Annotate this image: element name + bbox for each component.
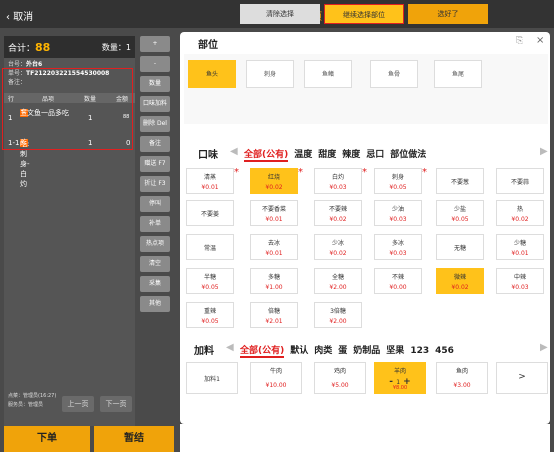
taste-option[interactable]: 半糖 ¥0.05 xyxy=(186,268,234,294)
clear-button[interactable]: 清空 xyxy=(140,256,170,272)
decrease-button[interactable]: - xyxy=(140,56,170,72)
required-star-icon: * xyxy=(362,167,367,178)
taste-option[interactable]: 刺身 ¥0.05 * xyxy=(374,167,427,194)
tab-egg[interactable]: 蛋 xyxy=(338,346,347,356)
taste-option[interactable]: 少盐 ¥0.05 xyxy=(436,200,484,226)
addon-more-button[interactable]: > xyxy=(496,362,548,394)
increase-button[interactable]: + xyxy=(140,36,170,52)
taste-option[interactable]: 不要辣 ¥0.02 xyxy=(314,200,362,226)
part-option[interactable]: 鱼头 xyxy=(188,60,236,88)
other-button[interactable]: 其他 xyxy=(140,296,170,312)
delete-button[interactable]: 删除 Del xyxy=(140,116,170,132)
gift-button[interactable]: 赠送 F7 xyxy=(140,156,170,172)
hold-button[interactable]: 停叫 xyxy=(140,196,170,212)
tab-123[interactable]: 123 xyxy=(410,346,429,356)
clear-selection-button[interactable]: 清除选择 xyxy=(240,4,320,24)
close-icon[interactable]: × xyxy=(536,35,544,46)
taste-option[interactable]: 少油 ¥0.03 xyxy=(374,200,422,226)
settle-button[interactable]: 暂结 xyxy=(94,426,174,452)
tab-avoid[interactable]: 忌口 xyxy=(366,150,384,160)
addon-option[interactable]: 牛肉 ¥10.00 xyxy=(250,362,302,394)
pin-icon[interactable]: ⎘ xyxy=(516,36,523,46)
addon-option[interactable]: 羊肉 - 1 + ¥8.00 xyxy=(374,362,426,394)
discount-button[interactable]: 折让 F3 xyxy=(140,176,170,192)
scroll-right-icon[interactable]: ▶ xyxy=(540,146,548,157)
total-count: 数量：1 xyxy=(101,43,131,52)
taste-option[interactable]: 不要姜 xyxy=(186,200,234,226)
taste-option[interactable]: 全糖 ¥2.00 xyxy=(314,268,362,294)
tab-meat[interactable]: 肉类 xyxy=(314,346,332,356)
taste-option[interactable]: 倍糖 ¥2.01 xyxy=(250,302,298,328)
place-order-button[interactable]: 下单 xyxy=(4,426,90,452)
taste-option[interactable]: 少糖 ¥0.01 xyxy=(496,234,544,260)
quantity-button[interactable]: 数量 xyxy=(140,76,170,92)
taste-option[interactable]: 多冰 ¥0.03 xyxy=(374,234,422,260)
taste-title: 口味 xyxy=(198,150,218,161)
taste-option[interactable]: 不辣 ¥0.00 xyxy=(374,268,422,294)
taste-option[interactable]: 中辣 ¥0.03 xyxy=(496,268,544,294)
taste-option[interactable]: 白灼 ¥0.03 * xyxy=(314,167,367,194)
taste-option[interactable]: 微辣 ¥0.02 xyxy=(436,268,484,294)
taste-option[interactable]: 热 ¥0.02 xyxy=(496,200,544,226)
required-star-icon: * xyxy=(234,167,239,178)
tab-dairy[interactable]: 奶制品 xyxy=(353,346,380,356)
total-amount: 合计：88 xyxy=(8,41,51,54)
staff-info: 点菜：管理员(16:27) 服务员：管理员 xyxy=(8,393,57,408)
selected-rows-highlight xyxy=(2,68,133,150)
taste-option[interactable]: 少冰 ¥0.02 xyxy=(314,234,362,260)
continue-part-button[interactable]: 继续选择部位 xyxy=(324,4,404,24)
tab-sweetness[interactable]: 甜度 xyxy=(318,150,336,160)
tab-all[interactable]: 全部(公有) xyxy=(244,150,289,162)
taste-option[interactable]: 红烧 ¥0.02 * xyxy=(250,167,303,194)
addon-tabs: 全部(公有) 默认 肉类蛋奶制品 坚果 123 456 xyxy=(240,343,460,358)
tab-456[interactable]: 456 xyxy=(435,346,454,356)
taste-option[interactable]: 不要香菜 ¥0.01 xyxy=(250,200,298,226)
note-button[interactable]: 备注 xyxy=(140,136,170,152)
taste-tabs: 全部(公有) 温度 甜度 辣度 忌口 部位做法 xyxy=(244,147,432,162)
taste-option[interactable]: 3倍糖 ¥2.00 xyxy=(314,302,362,328)
taste-option[interactable]: 清蒸 ¥0.01 * xyxy=(186,167,239,194)
required-star-icon: * xyxy=(298,167,303,178)
part-option[interactable]: 鱼尾 xyxy=(434,60,482,88)
scroll-right-icon[interactable]: ▶ xyxy=(540,342,548,353)
add-order-button[interactable]: 补单 xyxy=(140,216,170,232)
part-option[interactable]: 刺身 xyxy=(246,60,294,88)
order-summary: 合计：88 数量：1 xyxy=(4,36,135,58)
bottom-bar xyxy=(180,424,550,452)
tab-temperature[interactable]: 温度 xyxy=(294,150,312,160)
taste-addon-button[interactable]: 口味加料 xyxy=(140,96,170,112)
part-title: 部位 xyxy=(198,40,218,51)
tab-cooking[interactable]: 部位做法 xyxy=(390,150,426,160)
tab-nuts[interactable]: 坚果 xyxy=(386,346,404,356)
prev-page-button[interactable]: 上一页 xyxy=(62,396,94,412)
taste-option[interactable]: 重辣 ¥0.05 xyxy=(186,302,234,328)
taste-option[interactable]: 无糖 xyxy=(436,234,484,260)
taste-option[interactable]: 多糖 ¥1.00 xyxy=(250,268,298,294)
done-button[interactable]: 选好了 xyxy=(408,4,488,24)
scroll-left-icon[interactable]: ◀ xyxy=(226,342,234,353)
next-page-button[interactable]: 下一页 xyxy=(100,396,132,412)
addon-title: 加料 xyxy=(194,346,214,357)
tab-default[interactable]: 默认 xyxy=(290,346,308,356)
addon-option[interactable]: 鱼肉 ¥3.00 xyxy=(436,362,488,394)
addon-option[interactable]: 加料1 xyxy=(186,362,238,394)
addon-option[interactable]: 鸡肉 ¥5.00 xyxy=(314,362,366,394)
required-star-icon: * xyxy=(422,167,427,178)
taste-option[interactable]: 不要蒜 xyxy=(496,168,544,194)
hot-items-button[interactable]: 热点项 xyxy=(140,236,170,252)
part-option[interactable]: 鱼鳍 xyxy=(304,60,352,88)
collect-button[interactable]: 采集 xyxy=(140,276,170,292)
tab-spiciness[interactable]: 辣度 xyxy=(342,150,360,160)
tab-all[interactable]: 全部(公有) xyxy=(240,346,285,358)
taste-option[interactable]: 去冰 ¥0.01 xyxy=(250,234,298,260)
part-area xyxy=(184,54,548,124)
part-option[interactable]: 鱼骨 xyxy=(370,60,418,88)
scroll-left-icon[interactable]: ◀ xyxy=(230,146,238,157)
taste-option[interactable]: 常温 xyxy=(186,234,234,260)
taste-option[interactable]: 不要葱 xyxy=(436,168,484,194)
